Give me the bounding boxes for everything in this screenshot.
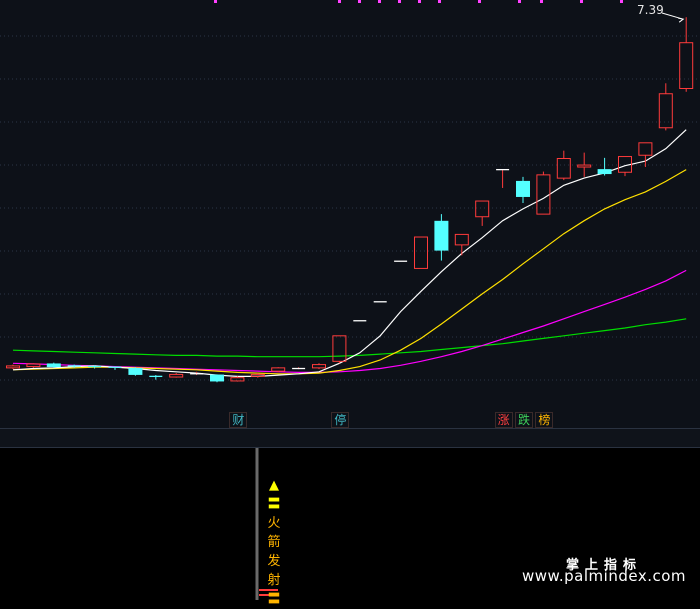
ma10-line <box>12 169 687 375</box>
marker-dot <box>580 0 583 3</box>
marker-dot <box>358 0 361 3</box>
marker-dot <box>398 0 401 3</box>
marker-dot <box>438 0 441 3</box>
candle-body <box>679 42 694 90</box>
candle-body <box>536 174 551 215</box>
high-arrow-head <box>678 17 685 23</box>
marker-dot <box>478 0 481 3</box>
candle-body <box>454 233 469 246</box>
candle-body <box>6 365 20 369</box>
candle-body <box>556 158 571 179</box>
marker-dot <box>418 0 421 3</box>
marker-dot <box>378 0 381 3</box>
chart-canvas <box>0 0 700 383</box>
candle-body <box>434 220 449 251</box>
candle-body <box>638 142 653 156</box>
candle-body <box>577 164 592 168</box>
candle-body <box>516 180 530 197</box>
marker-dot <box>518 0 521 3</box>
candle-body <box>332 335 347 362</box>
signal-char: 箭 <box>267 535 281 550</box>
candle-body <box>230 377 245 382</box>
event-label[interactable]: 跌 <box>515 412 534 428</box>
signal-char: 发 <box>267 554 281 569</box>
ma20-line <box>12 269 687 373</box>
candle-body <box>128 368 143 375</box>
signal-char: ▲ <box>269 478 279 493</box>
signal-char: 火 <box>267 516 281 531</box>
candle-body <box>46 363 61 368</box>
candlestick-chart: 财 停 涨跌榜 7.39 <box>0 0 700 428</box>
high-price-label: 7.39 <box>637 3 664 17</box>
event-label[interactable]: 财 <box>229 412 248 428</box>
candle-body <box>210 374 224 382</box>
candle-body <box>271 367 286 372</box>
candle-body <box>658 93 673 129</box>
signal-char: 射 <box>267 573 281 588</box>
candle-body <box>169 373 184 378</box>
candle-body <box>597 169 612 175</box>
candle-body <box>26 363 41 368</box>
event-label[interactable]: 涨 <box>494 412 513 428</box>
candle-body <box>312 364 326 369</box>
event-label[interactable]: 停 <box>331 412 350 428</box>
panel-divider[interactable] <box>0 428 700 448</box>
rocket-launch-signal: ▲ 〓火箭发射〓 <box>266 476 282 609</box>
event-label[interactable]: 榜 <box>535 412 554 428</box>
ma60-line <box>12 318 687 358</box>
marker-dot <box>338 0 341 3</box>
watermark-url: www.palmindex.com <box>521 567 686 585</box>
candle-body <box>475 200 490 218</box>
signal-char: 〓 <box>267 497 281 512</box>
candle-body <box>414 236 428 269</box>
marker-dot <box>540 0 543 3</box>
candle-body <box>250 373 265 377</box>
marker-dot <box>620 0 623 3</box>
marker-dot <box>214 0 217 3</box>
